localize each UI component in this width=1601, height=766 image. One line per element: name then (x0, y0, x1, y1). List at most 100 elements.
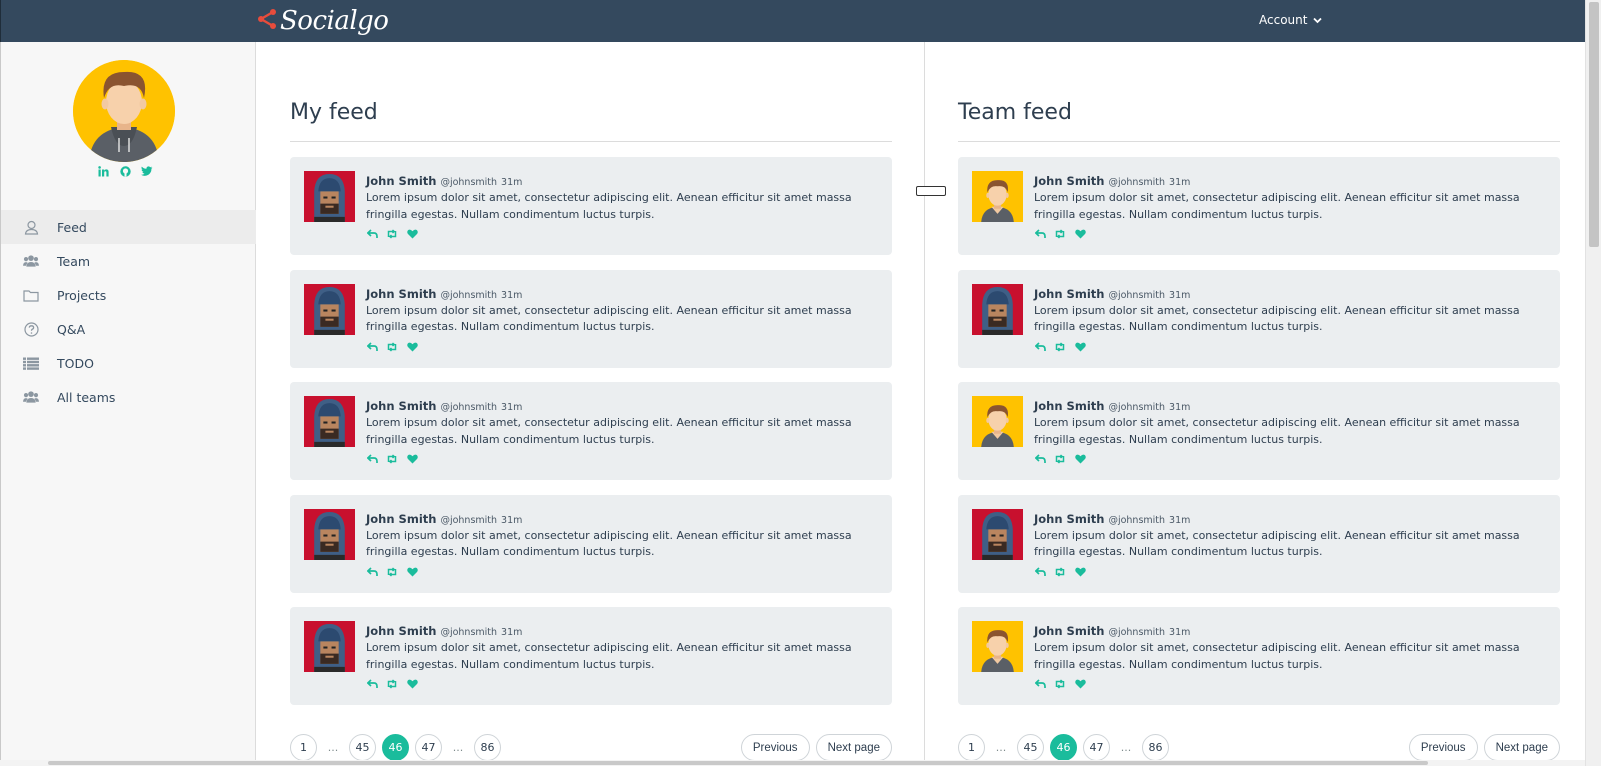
reply-icon[interactable] (366, 678, 378, 690)
hooded-avatar[interactable] (972, 284, 1023, 335)
page-button[interactable]: 86 (474, 734, 501, 761)
reply-icon[interactable] (1034, 566, 1046, 578)
scrollbar-thumb[interactable] (1589, 2, 1599, 247)
sidebar-item-all-teams[interactable]: All teams (1, 380, 256, 414)
page-button[interactable]: 86 (1142, 734, 1169, 761)
sidebar-item-feed[interactable]: Feed (1, 210, 256, 244)
page-button[interactable]: 46 (382, 734, 409, 761)
post-handle[interactable]: @johnsmith (440, 515, 497, 526)
heart-icon[interactable] (1074, 228, 1086, 240)
post-handle[interactable]: @johnsmith (1108, 402, 1165, 413)
heart-icon[interactable] (406, 566, 418, 578)
post-actions (366, 678, 418, 690)
heart-icon[interactable] (1074, 341, 1086, 353)
logo[interactable]: Socialgo (256, 4, 389, 38)
resize-handle[interactable] (916, 186, 946, 196)
hooded-avatar[interactable] (304, 621, 355, 672)
page-button[interactable]: 1 (958, 734, 985, 761)
post-handle[interactable]: @johnsmith (1108, 515, 1165, 526)
page-button[interactable]: 1 (290, 734, 317, 761)
post-handle[interactable]: @johnsmith (1108, 627, 1165, 638)
post-author[interactable]: John Smith (366, 624, 436, 638)
hooded-avatar[interactable] (972, 509, 1023, 560)
linkedin-icon[interactable] (97, 165, 109, 177)
man-avatar[interactable] (972, 171, 1023, 222)
heart-icon[interactable] (406, 341, 418, 353)
hooded-avatar[interactable] (304, 171, 355, 222)
retweet-icon[interactable] (1054, 341, 1066, 353)
reply-icon[interactable] (366, 341, 378, 353)
post-author[interactable]: John Smith (1034, 174, 1104, 188)
hooded-avatar[interactable] (304, 396, 355, 447)
post-author[interactable]: John Smith (366, 174, 436, 188)
retweet-icon[interactable] (1054, 678, 1066, 690)
profile-avatar[interactable] (73, 60, 175, 162)
reply-icon[interactable] (1034, 453, 1046, 465)
github-icon[interactable] (119, 165, 131, 177)
man-avatar[interactable] (972, 621, 1023, 672)
previous-button[interactable]: Previous (740, 734, 810, 761)
heart-icon[interactable] (1074, 566, 1086, 578)
post-handle[interactable]: @johnsmith (440, 627, 497, 638)
reply-icon[interactable] (1034, 341, 1046, 353)
sidebar-item-team[interactable]: Team (1, 244, 256, 278)
post-handle[interactable]: @johnsmith (1108, 177, 1165, 188)
previous-button[interactable]: Previous (1408, 734, 1478, 761)
heart-icon[interactable] (406, 228, 418, 240)
horizontal-scrollbar[interactable] (0, 760, 1585, 766)
reply-icon[interactable] (366, 566, 378, 578)
account-menu[interactable]: Account (1259, 13, 1323, 27)
retweet-icon[interactable] (386, 566, 398, 578)
post-author[interactable]: John Smith (1034, 287, 1104, 301)
post-handle[interactable]: @johnsmith (440, 290, 497, 301)
post-handle[interactable]: @johnsmith (440, 177, 497, 188)
post-meta: John Smith @johnsmith 31m (1034, 624, 1190, 638)
sidebar-item-todo[interactable]: TODO (1, 346, 256, 380)
reply-icon[interactable] (366, 228, 378, 240)
reply-icon[interactable] (366, 453, 378, 465)
next-page-button[interactable]: Next page (815, 734, 892, 761)
reply-icon[interactable] (1034, 678, 1046, 690)
retweet-icon[interactable] (386, 453, 398, 465)
page-button[interactable]: 47 (415, 734, 442, 761)
retweet-icon[interactable] (386, 228, 398, 240)
post-actions (366, 228, 418, 240)
heart-icon[interactable] (1074, 678, 1086, 690)
post-author[interactable]: John Smith (1034, 512, 1104, 526)
post-handle[interactable]: @johnsmith (1108, 290, 1165, 301)
next-page-button[interactable]: Next page (1483, 734, 1560, 761)
reply-icon[interactable] (1034, 228, 1046, 240)
post-text: Lorem ipsum dolor sit amet, consectetur … (1034, 641, 1520, 671)
post-author[interactable]: John Smith (1034, 399, 1104, 413)
post-handle[interactable]: @johnsmith (440, 402, 497, 413)
sidebar-item-projects[interactable]: Projects (1, 278, 256, 312)
page-button[interactable]: 47 (1083, 734, 1110, 761)
post-actions (366, 566, 418, 578)
post-meta: John Smith @johnsmith 31m (1034, 512, 1190, 526)
retweet-icon[interactable] (386, 341, 398, 353)
post-time: 31m (1169, 402, 1191, 413)
heart-icon[interactable] (406, 678, 418, 690)
post-author[interactable]: John Smith (366, 287, 436, 301)
post-time: 31m (501, 289, 523, 301)
scrollbar-thumb[interactable] (48, 761, 1428, 765)
sidebar-item-qa[interactable]: Q&A (1, 312, 256, 346)
hooded-avatar[interactable] (304, 509, 355, 560)
retweet-icon[interactable] (1054, 566, 1066, 578)
twitter-icon[interactable] (141, 165, 153, 177)
page-button[interactable]: 45 (349, 734, 376, 761)
retweet-icon[interactable] (386, 678, 398, 690)
retweet-icon[interactable] (1054, 453, 1066, 465)
heart-icon[interactable] (406, 453, 418, 465)
post-author[interactable]: John Smith (366, 399, 436, 413)
heart-icon[interactable] (1074, 453, 1086, 465)
vertical-scrollbar[interactable] (1585, 0, 1601, 766)
post-author[interactable]: John Smith (366, 512, 436, 526)
feed-title: Team feed (958, 100, 1072, 125)
post-author[interactable]: John Smith (1034, 624, 1104, 638)
page-button[interactable]: 45 (1017, 734, 1044, 761)
page-button[interactable]: 46 (1050, 734, 1077, 761)
hooded-avatar[interactable] (304, 284, 355, 335)
retweet-icon[interactable] (1054, 228, 1066, 240)
man-avatar[interactable] (972, 396, 1023, 447)
